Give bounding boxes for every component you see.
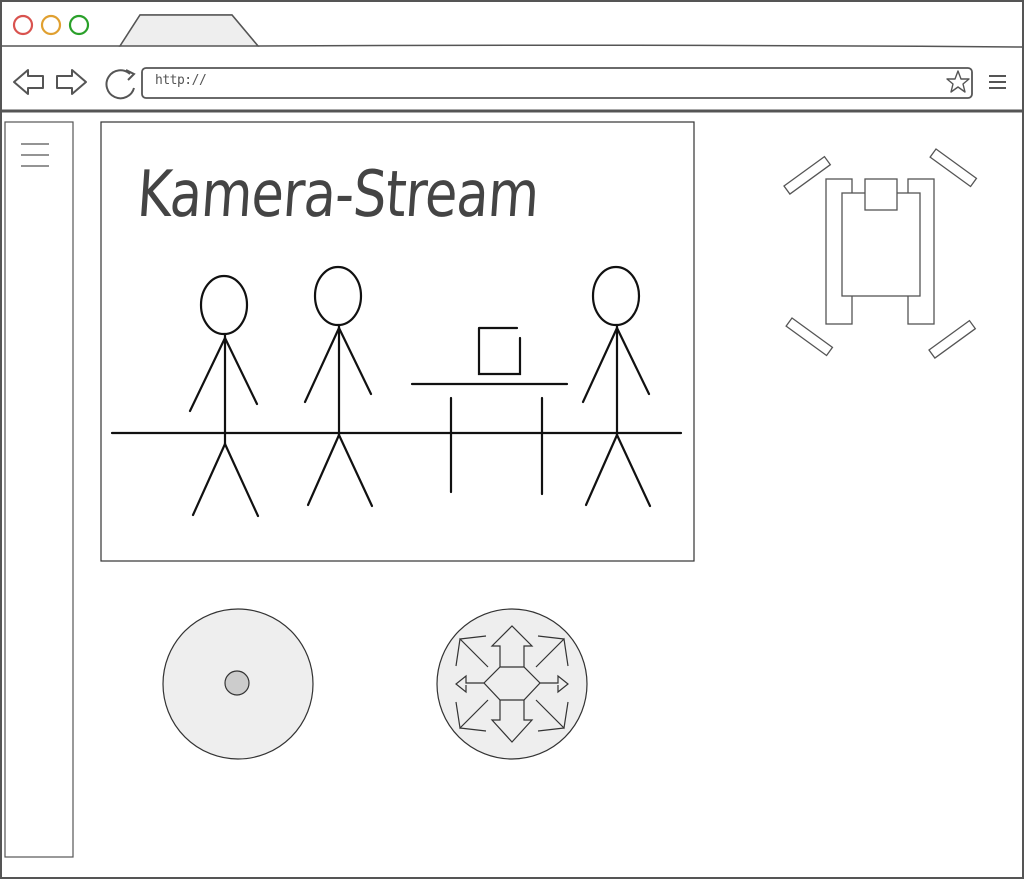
address-bar-text[interactable]: http:// [155, 73, 207, 88]
address-bar[interactable] [141, 67, 973, 99]
sidebar [4, 121, 74, 858]
wireframe-app: http:// Kamera-Stream [0, 0, 1024, 879]
camera-stream-title: Kamera-Stream [134, 158, 541, 232]
joystick-icon[interactable] [162, 608, 314, 760]
move-arrows-icon[interactable] [436, 608, 588, 760]
wireframe-canvas [0, 0, 1024, 879]
